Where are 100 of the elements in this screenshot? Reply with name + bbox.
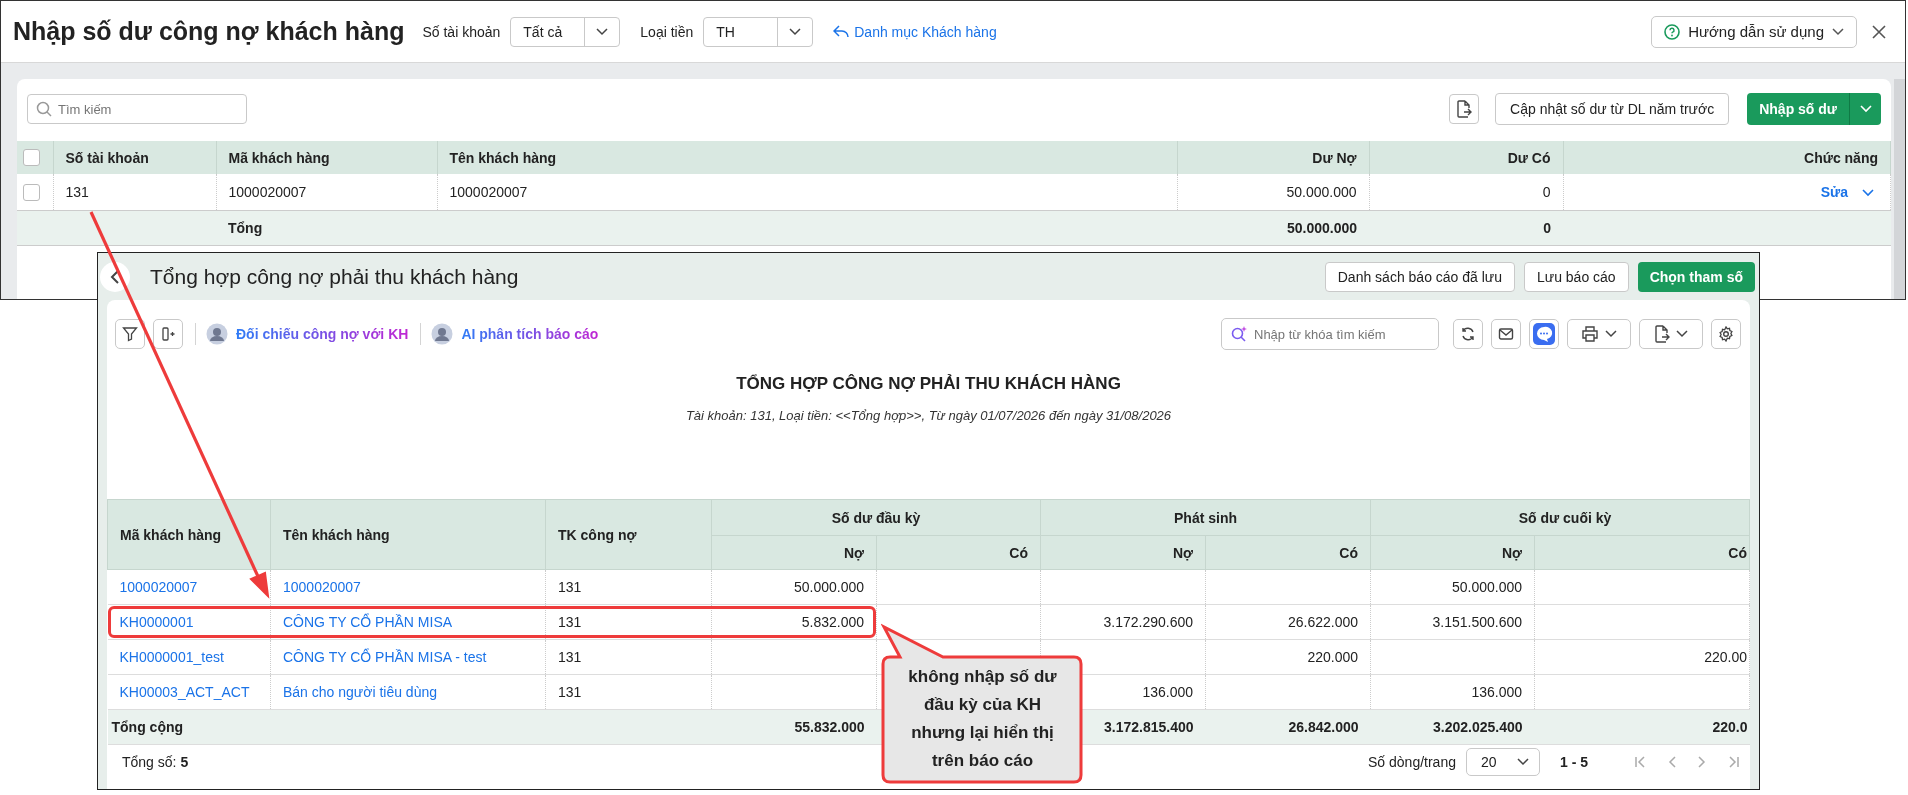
column-add-button[interactable]	[153, 319, 183, 349]
customer-code-link[interactable]: 1000020007	[119, 579, 198, 595]
customer-code-link[interactable]: KH00003_ACT_ACT	[119, 684, 250, 700]
total-value: 3.202.025.400	[1433, 719, 1523, 735]
chevron-down-icon[interactable]	[1862, 189, 1874, 197]
chevron-down-icon	[789, 27, 802, 36]
search-input[interactable]: Tìm kiếm	[58, 101, 238, 117]
avatar-icon	[431, 323, 454, 345]
total-label: Tổng	[228, 220, 263, 236]
total-value: 50.000.000	[1286, 220, 1357, 236]
avatar-icon	[206, 323, 228, 345]
refresh-icon	[1460, 326, 1476, 342]
table-cell: 5.832.000	[801, 614, 864, 630]
column-header: Mã khách hàng	[120, 526, 222, 543]
total-value: 3.172.815.400	[1103, 719, 1194, 735]
keyword-search-input[interactable]: Nhập từ khóa tìm kiếm	[1254, 326, 1430, 342]
column-header: Tên khách hàng	[283, 526, 390, 543]
report-window-title: Tổng hợp công nợ phải thu khách hàng	[150, 264, 519, 289]
chevron-down-icon	[596, 27, 609, 36]
table-cell: 136.000	[1471, 684, 1522, 700]
filter-icon	[122, 326, 138, 342]
update-balance-button[interactable]: Cập nhật số dư từ DL năm trước	[1495, 93, 1730, 125]
table-cell: 131	[558, 614, 582, 630]
reply-arrow-icon	[833, 24, 850, 39]
column-group-header: Phát sinh	[1174, 509, 1237, 526]
export-button[interactable]	[1639, 319, 1703, 349]
help-button[interactable]: Hướng dẫn sử dụng	[1651, 15, 1857, 48]
customer-name-link[interactable]: Bán cho người tiêu dùng	[283, 684, 437, 700]
customer-name-link[interactable]: CÔNG TY CỔ PHẦN MISA - test	[283, 649, 487, 665]
column-header: Dư Nợ	[1312, 149, 1357, 166]
close-icon[interactable]	[1871, 23, 1887, 40]
refresh-button[interactable]	[1453, 319, 1483, 349]
customer-code-link[interactable]: KH0000001_test	[119, 649, 224, 665]
export-button[interactable]	[1449, 94, 1480, 124]
column-group-header: Số dư đầu kỳ	[831, 509, 921, 526]
chevron-down-icon	[1676, 330, 1688, 338]
scrollbar[interactable]	[1894, 79, 1905, 299]
report-button[interactable]: Danh sách báo cáo đã lưu	[1324, 261, 1515, 292]
select-all-checkbox[interactable]	[23, 149, 40, 167]
page-range: 1 - 5	[1560, 754, 1588, 770]
filter-dropdown[interactable]: Tất cả	[510, 16, 621, 47]
column-header: Nợ	[1501, 544, 1522, 561]
chat-button[interactable]	[1529, 319, 1559, 349]
table-cell: 50.000.000	[793, 579, 864, 595]
keyword-search-field[interactable]: Nhập từ khóa tìm kiếm	[1221, 318, 1439, 350]
filter-dropdown[interactable]: TH	[703, 16, 814, 47]
table-cell: 3.172.290.600	[1103, 614, 1193, 630]
row-checkbox[interactable]	[23, 183, 40, 201]
total-label: Tổng cộng	[111, 719, 184, 735]
page-size-dropdown[interactable]: 20	[1466, 748, 1540, 776]
email-button[interactable]	[1491, 319, 1521, 349]
filter-button[interactable]	[115, 319, 145, 349]
column-header: Dư Có	[1507, 149, 1551, 166]
table-cell: 3.151.500.600	[1432, 614, 1522, 630]
chevron-down-icon	[1517, 758, 1529, 766]
printer-icon	[1581, 326, 1599, 342]
help-icon	[1664, 23, 1681, 40]
print-button[interactable]	[1567, 319, 1631, 349]
column-header: Chức năng	[1804, 149, 1878, 166]
column-header: Số tài khoản	[65, 149, 149, 166]
table-cell: 131	[558, 649, 582, 665]
customer-name-link[interactable]: 1000020007	[283, 579, 361, 595]
ai-link[interactable]: Đối chiếu công nợ với KH	[236, 326, 409, 342]
settings-button[interactable]	[1711, 319, 1741, 349]
page-size-label: Số dòng/trang	[1368, 754, 1456, 770]
table-cell: 220.00	[1704, 649, 1747, 665]
dropdown-toggle-button[interactable]	[1849, 93, 1881, 125]
select-parameters-button[interactable]: Chọn tham số	[1637, 261, 1755, 292]
column-header: Có	[1728, 544, 1747, 561]
table-cell: 131	[558, 579, 582, 595]
table-cell: 136.000	[1142, 684, 1193, 700]
chevron-down-icon	[1859, 105, 1872, 113]
table-cell: 131	[558, 684, 582, 700]
chevron-down-icon	[1605, 330, 1617, 338]
callout-note: không nhập số dư đầu kỳ của KH nhưng lại hiển thị trên báo cáo	[881, 623, 1084, 785]
report-subtitle: Tài khoản: 131, Loại tiền: <<Tổng hợp>>, Từ ngày 01/07/2026 đến ngày 31/08/2026	[684, 408, 1173, 423]
settings-icon	[1718, 326, 1734, 342]
filter-label: Số tài khoản	[422, 23, 501, 40]
ai-link[interactable]: AI phân tích báo cáo	[461, 326, 599, 342]
table-cell: 26.622.000	[1287, 614, 1358, 630]
file-export-icon	[1654, 325, 1670, 343]
file-export-icon	[1456, 100, 1473, 118]
table-cell: 1000020007	[228, 184, 307, 200]
table-cell: 220.000	[1307, 649, 1358, 665]
customer-name-link[interactable]: CÔNG TY CỔ PHẦN MISA	[283, 614, 453, 630]
total-value: 220.0	[1712, 719, 1748, 735]
customer-list-link[interactable]: Danh mục Khách hàng	[833, 23, 997, 40]
search-field[interactable]: Tìm kiếm	[27, 94, 247, 124]
customer-code-link[interactable]: KH0000001	[119, 614, 194, 630]
enter-balance-button[interactable]: Nhập số dư	[1747, 93, 1849, 125]
search-icon	[36, 101, 52, 117]
table-cell: 50.000.000	[1451, 579, 1522, 595]
sparkle-search-icon	[1230, 325, 1248, 343]
table-cell: 50.000.000	[1286, 184, 1357, 200]
page-title: Nhập số dư công nợ khách hàng	[13, 17, 405, 46]
total-value: 55.832.000	[794, 719, 865, 735]
report-button[interactable]: Lưu báo cáo	[1524, 261, 1629, 292]
edit-link[interactable]: Sửa	[1820, 184, 1848, 200]
column-header: Có	[1009, 544, 1028, 561]
column-header: Nợ	[1172, 544, 1193, 561]
